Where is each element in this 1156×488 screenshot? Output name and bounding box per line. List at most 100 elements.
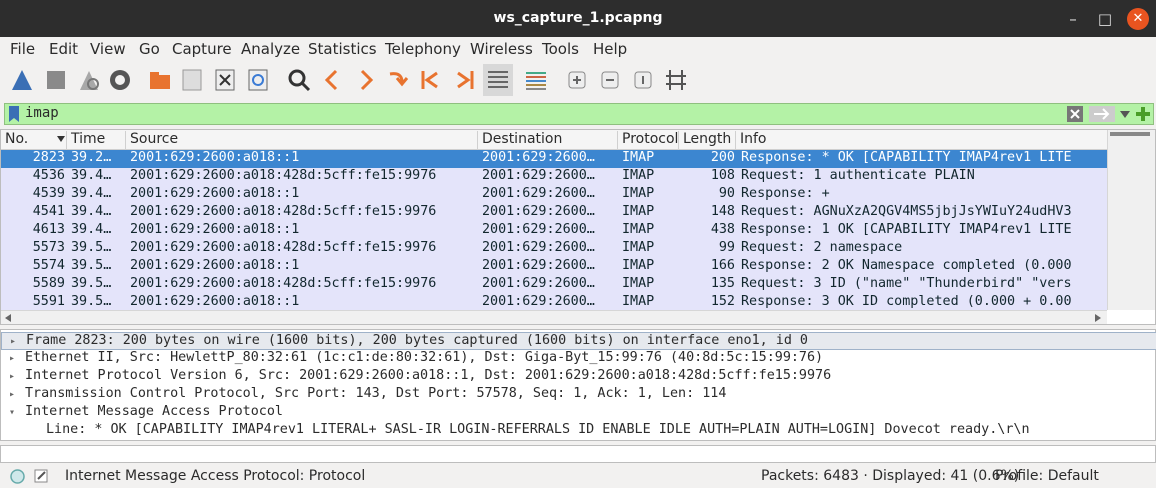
packet-list-horizontal-scrollbar[interactable] [1,310,1107,324]
capture-options-icon[interactable] [106,66,134,94]
window-titlebar: ws_capture_1.pcapng – □ ✕ [0,0,1156,37]
cell-source: 2001:629:2600:a018:428d:5cff:fe15:9976 [130,276,437,291]
first-packet-icon[interactable] [417,66,445,94]
clear-filter-icon[interactable] [1067,106,1083,122]
cell-source: 2001:629:2600:a018:428d:5cff:fe15:9976 [130,240,437,255]
cell-length: 148 [710,204,735,219]
cell-no: 4539 [32,186,65,201]
table-row[interactable]: 5589 39.5… 2001:629:2600:a018:428d:5cff:… [1,276,1107,294]
cell-source: 2001:629:2600:a018:428d:5cff:fe15:9976 [130,168,437,183]
tree-row-imap-line[interactable]: Line: * OK [CAPABILITY IMAP4rev1 LITERAL… [1,422,1156,440]
column-source[interactable]: Source [126,131,478,150]
expert-info-icon[interactable] [10,469,25,484]
menu-capture[interactable]: Capture [172,40,232,58]
display-filter-input[interactable]: imap [25,105,59,121]
go-to-packet-icon[interactable] [384,66,412,94]
resize-columns-icon[interactable] [662,66,690,94]
column-info[interactable]: Info [736,131,1107,150]
scrollbar-thumb[interactable] [1110,132,1150,136]
scroll-left-icon[interactable] [5,314,11,322]
cell-info: Request: 2 namespace [741,240,903,255]
maximize-icon[interactable]: □ [1094,8,1116,30]
chevron-down-icon[interactable] [1120,111,1130,119]
apply-filter-icon[interactable] [1089,106,1115,122]
packet-bytes[interactable] [0,445,1156,463]
expand-arrow-icon[interactable]: ▸ [9,386,15,404]
menu-analyze[interactable]: Analyze [241,40,300,58]
reload-file-icon[interactable] [244,66,272,94]
menu-telephony[interactable]: Telephony [385,40,461,58]
packet-details[interactable]: ▸ Frame 2823: 200 bytes on wire (1600 bi… [0,329,1156,441]
table-row[interactable]: 4613 39.4… 2001:629:2600:a018::1 2001:62… [1,222,1107,240]
zoom-in-icon[interactable] [563,66,591,94]
cell-time: 39.5… [71,294,112,309]
cell-destination: 2001:629:2600… [482,204,595,219]
cell-info: Response: 3 OK ID completed (0.000 + 0.0… [741,294,1072,309]
table-row[interactable]: 4539 39.4… 2001:629:2600:a018::1 2001:62… [1,186,1107,204]
bookmark-icon[interactable] [9,106,19,122]
cell-time: 39.4… [71,222,112,237]
colorize-icon[interactable] [522,66,550,94]
tree-row-ethernet[interactable]: ▸ Ethernet II, Src: HewlettP_80:32:61 (1… [1,350,1156,368]
packet-list[interactable]: No. Time Source Destination Protocol Len… [0,129,1156,325]
menu-wireless[interactable]: Wireless [470,40,533,58]
expand-arrow-icon[interactable]: ▸ [9,368,15,386]
cell-length: 152 [710,294,735,309]
column-length[interactable]: Length [679,131,736,150]
tree-row-ipv6[interactable]: ▸ Internet Protocol Version 6, Src: 2001… [1,368,1156,386]
cell-protocol: IMAP [622,258,655,273]
restart-capture-icon[interactable] [75,66,103,94]
menu-view[interactable]: View [90,40,126,58]
menu-statistics[interactable]: Statistics [308,40,377,58]
packet-list-header: No. Time Source Destination Protocol Len… [1,130,1107,150]
expand-arrow-icon[interactable]: ▸ [10,333,16,351]
save-file-icon[interactable] [178,66,206,94]
normal-size-icon[interactable] [629,66,657,94]
tree-row-imap[interactable]: ▾ Internet Message Access Protocol [1,404,1156,422]
last-packet-icon[interactable] [450,66,478,94]
expand-arrow-icon[interactable]: ▸ [9,350,15,368]
cell-length: 166 [710,258,735,273]
find-packet-icon[interactable] [285,66,313,94]
auto-scroll-icon[interactable] [483,64,513,96]
cell-source: 2001:629:2600:a018:428d:5cff:fe15:9976 [130,204,437,219]
add-filter-button-icon[interactable] [1135,106,1151,122]
close-file-icon[interactable] [211,66,239,94]
cell-length: 99 [718,240,735,255]
table-row[interactable]: 4541 39.4… 2001:629:2600:a018:428d:5cff:… [1,204,1107,222]
scroll-right-icon[interactable] [1095,314,1101,322]
tree-row-tcp[interactable]: ▸ Transmission Control Protocol, Src Por… [1,386,1156,404]
stop-capture-icon[interactable] [42,66,70,94]
menu-help[interactable]: Help [593,40,627,58]
packet-list-vertical-scrollbar[interactable] [1107,130,1155,310]
cell-info: Response: 2 OK Namespace completed (0.00… [741,258,1072,273]
zoom-out-icon[interactable] [596,66,624,94]
go-forward-icon[interactable] [352,66,380,94]
minimize-icon[interactable]: – [1062,8,1084,30]
menu-edit[interactable]: Edit [49,40,78,58]
display-filter-bar[interactable]: imap [4,103,1154,125]
comment-edit-icon[interactable] [34,468,49,483]
table-row[interactable]: 5574 39.5… 2001:629:2600:a018::1 2001:62… [1,258,1107,276]
cell-protocol: IMAP [622,276,655,291]
cell-info: Request: 3 ID ("name" "Thunderbird" "ver… [741,276,1072,291]
menu-file[interactable]: File [10,40,35,58]
open-file-icon[interactable] [146,66,174,94]
column-protocol[interactable]: Protocol [618,131,679,150]
column-time[interactable]: Time [67,131,126,150]
sort-arrow-icon [57,136,65,142]
table-row[interactable]: 5573 39.5… 2001:629:2600:a018:428d:5cff:… [1,240,1107,258]
window-title: ws_capture_1.pcapng [493,10,663,26]
collapse-arrow-icon[interactable]: ▾ [9,404,15,422]
menu-tools[interactable]: Tools [542,40,579,58]
cell-time: 39.5… [71,240,112,255]
table-row[interactable]: 4536 39.4… 2001:629:2600:a018:428d:5cff:… [1,168,1107,186]
table-row[interactable]: 2823 39.2… 2001:629:2600:a018::1 2001:62… [1,150,1107,168]
column-destination[interactable]: Destination [478,131,618,150]
status-profile[interactable]: Profile: Default [995,468,1099,484]
menu-go[interactable]: Go [139,40,160,58]
tree-row-frame[interactable]: ▸ Frame 2823: 200 bytes on wire (1600 bi… [1,332,1156,350]
close-icon[interactable]: ✕ [1127,8,1149,30]
go-back-icon[interactable] [318,66,346,94]
shark-fin-start-icon[interactable] [8,66,36,94]
